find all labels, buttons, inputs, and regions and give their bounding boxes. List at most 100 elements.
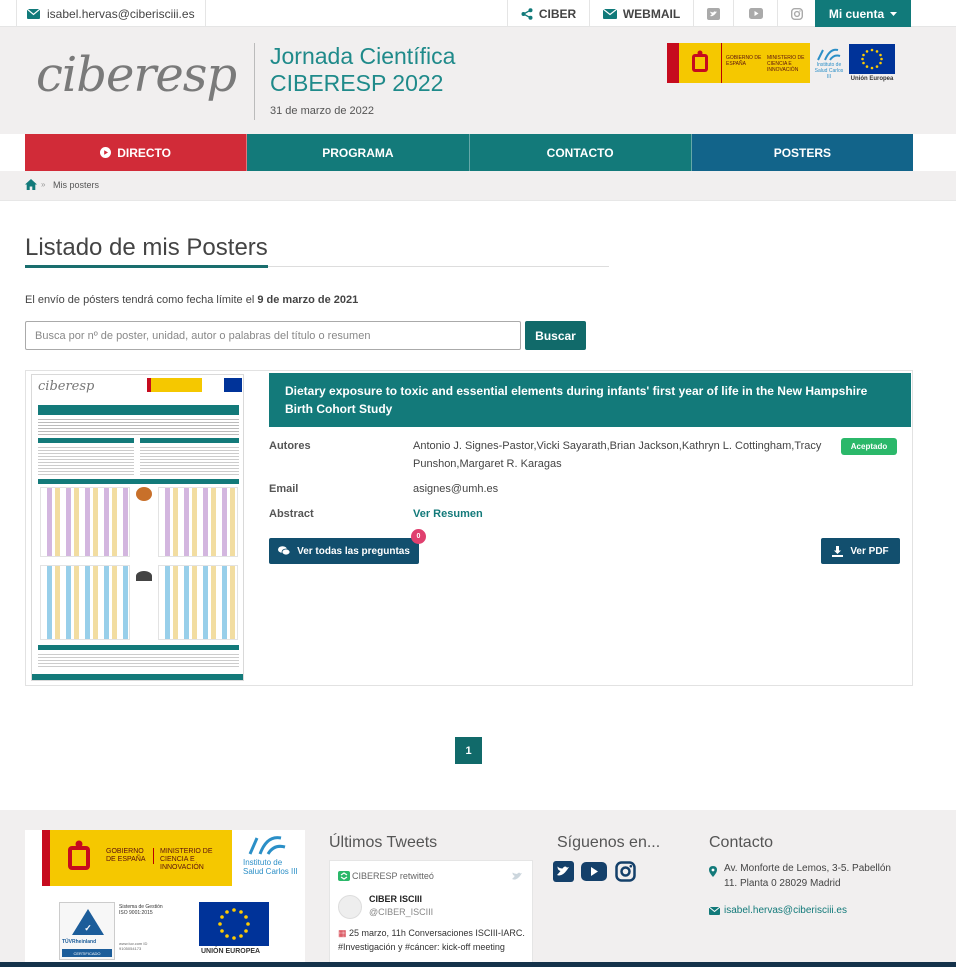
top-bar: isabel.hervas@ciberisciii.es CIBER WEBMA… <box>0 0 956 27</box>
poster-sponsor-strip <box>147 378 202 392</box>
nav-programa[interactable]: PROGRAMA <box>247 134 470 171</box>
nav-contacto-label: CONTACTO <box>546 145 614 160</box>
event-title-line1: Jornada Científica <box>270 43 456 69</box>
contact-address: Av. Monforte de Lemos, 3-5. Pabellón 11.… <box>724 863 891 889</box>
poster-thumbnail[interactable]: ciberesp <box>31 374 244 681</box>
poster-plot <box>158 487 238 557</box>
youtube-link[interactable] <box>733 0 777 27</box>
eu-flag-icon <box>199 902 269 946</box>
twitter-bird-icon <box>512 872 522 880</box>
poster-section-bar <box>38 479 239 484</box>
view-questions-label: Ver todas las preguntas <box>297 545 410 557</box>
webmail-link[interactable]: WEBMAIL <box>589 0 693 27</box>
tweet-text-content: 25 marzo, 11h Conversaciones ISCIII-IARC… <box>338 928 525 952</box>
twitter-icon[interactable] <box>553 861 574 882</box>
breadcrumb-separator: » <box>41 180 46 189</box>
tweet-text: ▦ 25 marzo, 11h Conversaciones ISCIII-IA… <box>338 926 526 954</box>
poster-logo: ciberesp <box>38 379 95 394</box>
caret-down-icon <box>890 11 898 16</box>
poster-section-bar <box>140 438 239 443</box>
ciberesp-logo[interactable]: ciberesp <box>36 47 237 103</box>
breadcrumb: » Mis posters <box>0 171 956 201</box>
view-abstract-link[interactable]: Ver Resumen <box>413 505 483 523</box>
twitter-icon <box>707 7 720 20</box>
poster-text-block <box>38 445 134 475</box>
twitter-timeline[interactable]: CIBERESP retwitteó CIBER ISCIII @CIBER_I… <box>329 860 533 967</box>
twitter-link[interactable] <box>693 0 733 27</box>
deadline-notice: El envío de pósters tendrá como fecha lí… <box>25 294 358 306</box>
download-icon <box>832 545 844 557</box>
poster-title: Dietary exposure to toxic and essential … <box>269 373 911 427</box>
ciber-link[interactable]: CIBER <box>507 0 589 27</box>
instagram-link[interactable] <box>777 0 815 27</box>
calendar-icon: ▦ <box>338 928 347 938</box>
home-icon[interactable] <box>25 179 37 190</box>
poster-authors-block <box>38 417 239 435</box>
title-underline <box>25 265 268 268</box>
header-divider <box>254 43 255 120</box>
nav-contacto[interactable]: CONTACTO <box>469 134 692 171</box>
footer-isciii-logo: Instituto de Salud Carlos III <box>237 832 301 886</box>
bottom-strip <box>0 962 956 967</box>
nav-directo-label: DIRECTO <box>117 145 172 160</box>
gobierno-text: GOBIERNO DE ESPAÑA <box>721 43 765 83</box>
nav-programa-label: PROGRAMA <box>322 145 394 160</box>
youtube-icon <box>748 8 763 19</box>
event-title: Jornada Científica CIBERESP 2022 <box>270 43 455 97</box>
svg-text:✓: ✓ <box>84 923 92 933</box>
tuv-badge-text: CERTIFICADO <box>62 949 112 957</box>
nav-posters[interactable]: POSTERS <box>691 134 913 171</box>
nav-directo[interactable]: DIRECTO <box>25 134 248 171</box>
user-email-link[interactable]: isabel.hervas@ciberisciii.es <box>16 0 206 27</box>
tuv-brand-text: TÜVRheinland <box>62 939 97 945</box>
footer-gobierno-text: GOBIERNO DE ESPAÑA <box>106 848 154 864</box>
email-label: Email <box>269 483 299 495</box>
deadline-date: 9 de marzo de 2021 <box>257 294 359 306</box>
tweet-avatar[interactable] <box>338 895 362 919</box>
poster-footer-band <box>32 674 243 680</box>
status-badge: Aceptado <box>841 438 897 455</box>
event-date: 31 de marzo de 2022 <box>270 105 374 117</box>
poster-section-bar <box>38 645 239 650</box>
retweet-label: CIBERESP retwitteó <box>352 871 434 881</box>
envelope-icon <box>602 8 617 19</box>
site-header: ciberesp Jornada Científica CIBERESP 202… <box>0 27 956 134</box>
authors-label: Autores <box>269 440 311 452</box>
site-footer: GOBIERNO DE ESPAÑA MINISTERIO DE CIENCIA… <box>0 810 956 967</box>
account-label: Mi cuenta <box>828 6 885 21</box>
eu-text: Unión Europea <box>850 76 894 82</box>
eu-logo: Unión Europea <box>849 43 895 83</box>
iso-cert-id: www.tuv.com ID 9105054173 <box>119 941 148 951</box>
poster-search-input[interactable] <box>25 321 521 350</box>
gobierno-ministerio-logo: GOBIERNO DE ESPAÑA MINISTERIO DE CIENCIA… <box>667 43 810 83</box>
tweet-handle[interactable]: @CIBER_ISCIII <box>369 907 433 917</box>
tweet-author[interactable]: CIBER ISCIII <box>369 894 422 904</box>
search-button[interactable]: Buscar <box>525 321 586 350</box>
page-title: Listado de mis Posters <box>25 234 268 261</box>
view-questions-button[interactable]: Ver todas las preguntas <box>269 538 419 564</box>
pagination-page-1[interactable]: 1 <box>455 737 482 764</box>
tweets-heading: Últimos Tweets <box>329 834 438 851</box>
poster-title-band <box>38 405 239 415</box>
ciber-label: CIBER <box>538 6 577 21</box>
instagram-icon[interactable] <box>615 861 636 882</box>
youtube-icon[interactable] <box>581 862 607 881</box>
contact-email-link[interactable]: isabel.hervas@ciberisciii.es <box>724 905 847 916</box>
poster-plot <box>40 487 130 557</box>
poster-text-block <box>140 445 239 475</box>
isciii-icon <box>248 836 286 855</box>
follow-heading: Síguenos en... <box>557 834 661 851</box>
event-title-line2: CIBERESP 2022 <box>270 70 444 96</box>
account-menu-button[interactable]: Mi cuenta <box>815 0 911 27</box>
retweet-icon <box>338 871 350 881</box>
main-nav: DIRECTO PROGRAMA CONTACTO POSTERS <box>25 134 913 171</box>
footer-isciii-text: Instituto de Salud Carlos III <box>243 858 298 876</box>
poster-plot <box>40 565 130 640</box>
tuv-triangle-icon: ✓ <box>72 909 104 935</box>
comments-icon <box>278 546 291 556</box>
footer-eu-text: UNIÓN EUROPEA <box>201 948 261 955</box>
view-pdf-button[interactable]: Ver PDF <box>821 538 900 564</box>
poster-eu-flag <box>224 378 242 392</box>
iso-cert-text: Sistema de Gestión ISO 9001:2015 <box>119 904 163 916</box>
poster-food-image <box>136 487 152 501</box>
